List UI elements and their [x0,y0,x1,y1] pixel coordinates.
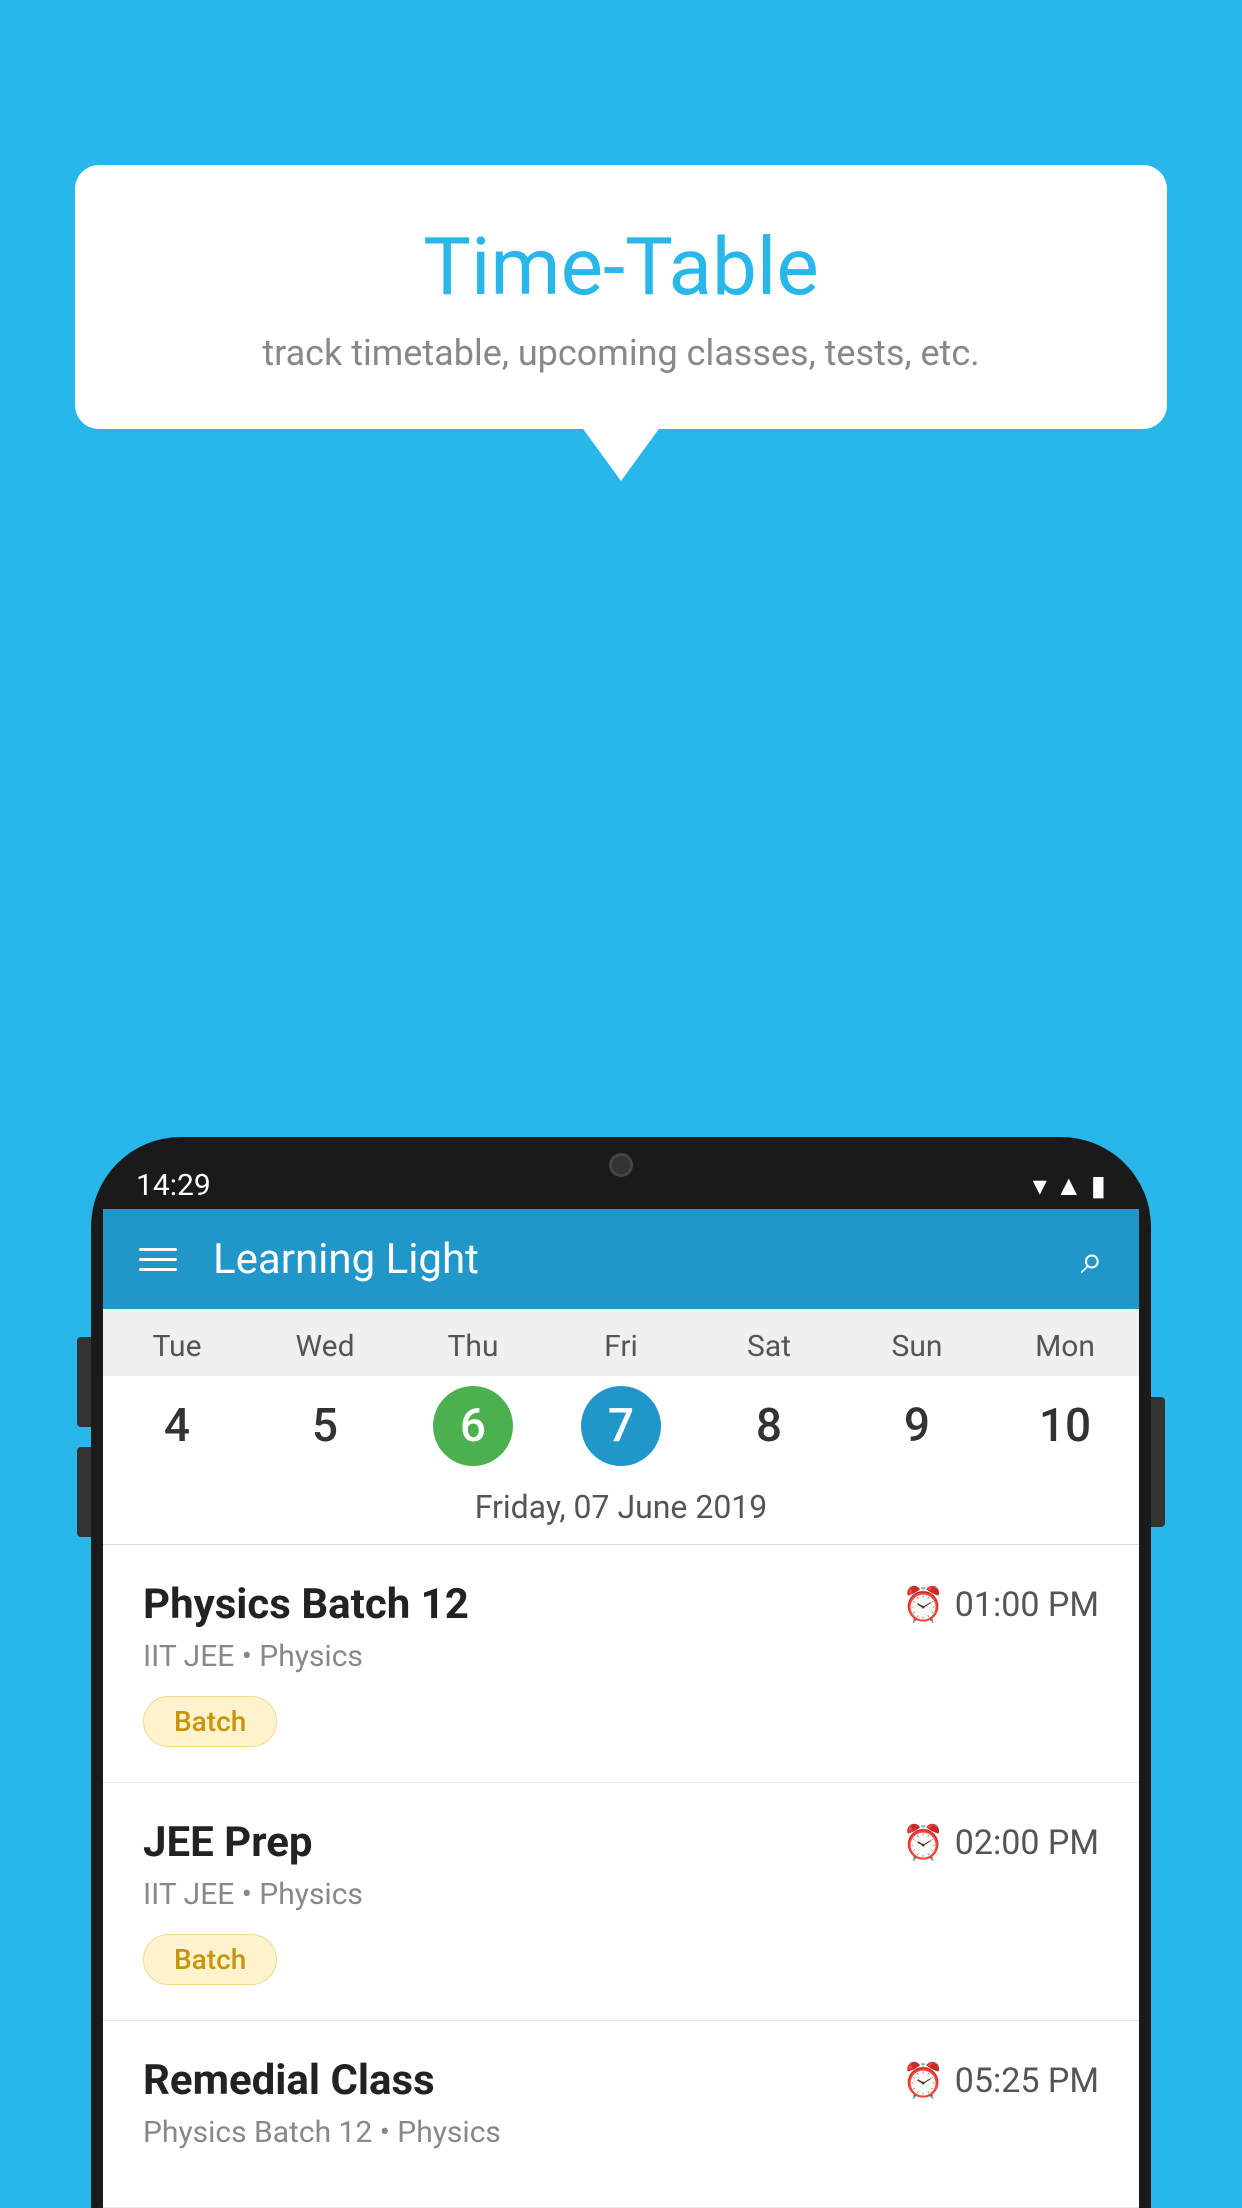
status-icons: ▾ ▲ ▮ [1033,1169,1106,1202]
battery-icon: ▮ [1091,1169,1106,1202]
date-7-selected[interactable]: 7 [547,1386,695,1466]
hamburger-menu-button[interactable] [139,1248,177,1271]
schedule-item-remedial[interactable]: Remedial Class ⏰ 05:25 PM Physics Batch … [103,2021,1139,2208]
day-col-sun[interactable]: Sun [843,1309,991,1376]
speech-bubble: Time-Table track timetable, upcoming cla… [75,165,1167,429]
schedule-item-header-2: JEE Prep ⏰ 02:00 PM [143,1818,1099,1867]
schedule-item-subtitle-3: Physics Batch 12 • Physics [143,2115,1099,2150]
app-header: Learning Light ⌕ [103,1209,1139,1309]
phone-notch [541,1137,701,1192]
camera-icon [609,1153,633,1177]
phone-screen: Learning Light ⌕ Tue Wed Thu Fri [103,1209,1139,2208]
date-9[interactable]: 9 [843,1386,991,1466]
volume-up-button [77,1337,91,1427]
schedule-item-header-1: Physics Batch 12 ⏰ 01:00 PM [143,1580,1099,1629]
phone-mockup: 14:29 ▾ ▲ ▮ Learning Light ⌕ [91,1137,1151,2208]
power-button [1151,1397,1165,1527]
schedule-item-subtitle-2: IIT JEE • Physics [143,1877,1099,1912]
search-icon[interactable]: ⌕ [1081,1236,1103,1283]
signal-icon: ▲ [1055,1169,1083,1202]
calendar-strip: Tue Wed Thu Fri Sat Sun [103,1309,1139,1545]
day-col-thu[interactable]: Thu [399,1309,547,1376]
bubble-subtitle: track timetable, upcoming classes, tests… [135,332,1107,374]
calendar-days-header: Tue Wed Thu Fri Sat Sun [103,1309,1139,1376]
day-col-mon[interactable]: Mon [991,1309,1139,1376]
schedule-item-physics-batch[interactable]: Physics Batch 12 ⏰ 01:00 PM IIT JEE • Ph… [103,1545,1139,1783]
schedule-item-header-3: Remedial Class ⏰ 05:25 PM [143,2056,1099,2105]
schedule-item-time-2: ⏰ 02:00 PM [902,1823,1099,1863]
status-time: 14:29 [136,1168,211,1203]
date-8[interactable]: 8 [695,1386,843,1466]
clock-icon-1: ⏰ [902,1585,944,1625]
day-col-wed[interactable]: Wed [251,1309,399,1376]
date-6-today[interactable]: 6 [399,1386,547,1466]
schedule-item-jee-prep[interactable]: JEE Prep ⏰ 02:00 PM IIT JEE • Physics Ba… [103,1783,1139,2021]
day-col-sat[interactable]: Sat [695,1309,843,1376]
selected-date-label: Friday, 07 June 2019 [103,1476,1139,1545]
clock-icon-2: ⏰ [902,1823,944,1863]
date-5[interactable]: 5 [251,1386,399,1466]
wifi-icon: ▾ [1033,1169,1047,1202]
clock-icon-3: ⏰ [902,2061,944,2101]
schedule-item-title-3: Remedial Class [143,2056,435,2105]
batch-badge-1: Batch [143,1696,277,1747]
batch-badge-2: Batch [143,1934,277,1985]
volume-down-button [77,1447,91,1537]
speech-bubble-container: Time-Table track timetable, upcoming cla… [75,165,1167,429]
schedule-item-time-1: ⏰ 01:00 PM [902,1585,1099,1625]
day-col-fri[interactable]: Fri [547,1309,695,1376]
schedule-list: Physics Batch 12 ⏰ 01:00 PM IIT JEE • Ph… [103,1545,1139,2208]
schedule-item-title-2: JEE Prep [143,1818,313,1867]
day-col-tue[interactable]: Tue [103,1309,251,1376]
phone-outer: 14:29 ▾ ▲ ▮ Learning Light ⌕ [91,1137,1151,2208]
date-4[interactable]: 4 [103,1386,251,1466]
date-10[interactable]: 10 [991,1386,1139,1466]
schedule-item-title-1: Physics Batch 12 [143,1580,469,1629]
schedule-item-time-3: ⏰ 05:25 PM [902,2061,1099,2101]
schedule-item-subtitle-1: IIT JEE • Physics [143,1639,1099,1674]
bubble-title: Time-Table [135,220,1107,314]
app-title: Learning Light [213,1235,1081,1284]
calendar-dates-row: 4 5 6 7 8 9 [103,1376,1139,1476]
